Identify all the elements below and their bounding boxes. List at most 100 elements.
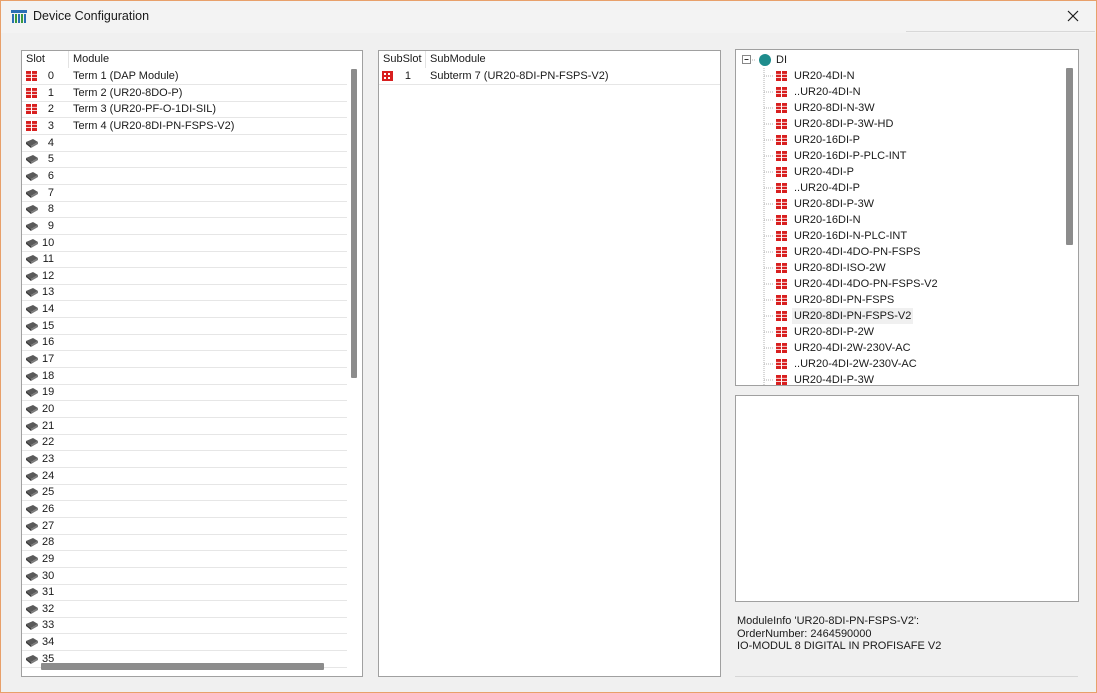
red-module-icon — [776, 71, 787, 81]
slot-row[interactable]: 0 Term 1 (DAP Module) — [22, 68, 347, 85]
slot-row[interactable]: 27 — [22, 518, 347, 535]
tree-connector — [764, 363, 774, 365]
red-module-icon — [776, 103, 787, 113]
slots-horizontal-scrollbar[interactable] — [41, 663, 324, 670]
slot-row[interactable]: 10 — [22, 235, 347, 252]
slots-vertical-scrollbar[interactable] — [351, 69, 357, 378]
red-module-icon — [776, 231, 787, 241]
empty-slot-icon — [26, 221, 38, 231]
red-module-icon — [776, 87, 787, 97]
slot-row[interactable]: 32 — [22, 601, 347, 618]
slot-row[interactable]: 2 Term 3 (UR20-PF-O-1DI-SIL) — [22, 101, 347, 119]
close-button[interactable] — [1050, 1, 1096, 31]
slot-row[interactable]: 15 — [22, 318, 347, 335]
tree-connector — [764, 91, 774, 93]
tree-connector — [764, 123, 774, 125]
slot-row[interactable]: 19 — [22, 384, 347, 402]
window-title: Device Configuration — [33, 9, 150, 23]
red-module-icon — [776, 135, 787, 145]
title-bar[interactable]: Device Configuration — [1, 1, 1096, 33]
slot-number: 6 — [47, 169, 54, 182]
empty-slot-icon — [26, 338, 38, 348]
close-icon — [1067, 10, 1079, 22]
empty-slot-icon — [26, 621, 38, 631]
catalog-item-label: ..UR20-4DI-2W-230V-AC — [794, 358, 917, 370]
tree-vertical-scrollbar[interactable] — [1066, 68, 1073, 245]
slot-row[interactable]: 13 — [22, 284, 347, 302]
slot-row[interactable]: 31 — [22, 584, 347, 602]
slot-row[interactable]: 33 — [22, 617, 347, 635]
slot-number: 15 — [42, 319, 55, 332]
empty-slot-icon — [26, 271, 38, 281]
slot-row[interactable]: 5 — [22, 151, 347, 169]
tree-connector — [764, 283, 774, 285]
catalog-item-label: UR20-8DI-PN-FSPS — [794, 294, 895, 306]
slot-number: 9 — [47, 219, 54, 232]
tree-connector — [764, 315, 774, 317]
slot-row[interactable]: 25 — [22, 484, 347, 502]
slot-row[interactable]: 8 — [22, 201, 347, 219]
empty-slot-icon — [26, 371, 38, 381]
column-header-slot[interactable]: Slot — [22, 51, 69, 68]
slot-row[interactable]: 3 Term 4 (UR20-8DI-PN-FSPS-V2) — [22, 118, 347, 135]
column-header-module[interactable]: Module — [69, 51, 349, 68]
slot-number: 27 — [42, 519, 55, 532]
tree-connector — [764, 155, 774, 157]
slot-row[interactable]: 29 — [22, 551, 347, 568]
catalog-item-label: UR20-4DI-P-3W — [794, 374, 875, 386]
red-module-icon — [776, 247, 787, 257]
tree-root-icon — [759, 54, 771, 66]
slot-row[interactable]: 24 — [22, 468, 347, 485]
empty-slot-icon — [26, 238, 38, 248]
tree-connector — [764, 379, 774, 381]
catalog-item-label: UR20-4DI-P — [794, 166, 854, 178]
module-catalog-tree[interactable]: DI UR20-4DI-N ..UR20-4DI-N UR20-8DI-N-3W UR… — [735, 49, 1079, 386]
slot-number: 29 — [42, 552, 55, 565]
slot-row[interactable]: 6 — [22, 168, 347, 185]
slot-number: 11 — [42, 253, 54, 266]
empty-slot-icon — [26, 554, 38, 564]
slot-number: 20 — [42, 403, 55, 415]
empty-slot-icon — [26, 171, 38, 181]
slot-row[interactable]: 14 — [22, 301, 347, 319]
collapse-toggle-icon[interactable] — [742, 55, 752, 65]
slots-list[interactable]: Slot Module 0 Term 1 (DAP Module) 1 Term 2 … — [21, 50, 363, 677]
catalog-item-label: UR20-16DI-P-PLC-INT — [794, 150, 907, 162]
red-module-icon — [26, 71, 37, 81]
subslot-row[interactable]: 1 Subterm 7 (UR20-8DI-PN-FSPS-V2) — [379, 68, 720, 85]
slot-row[interactable]: 23 — [22, 451, 347, 468]
column-header-submodule[interactable]: SubModule — [426, 51, 716, 68]
slot-number: 4 — [47, 136, 54, 149]
column-header-subslot[interactable]: SubSlot — [379, 51, 426, 68]
catalog-item-label: UR20-8DI-P-2W — [794, 326, 875, 338]
slot-row[interactable]: 16 — [22, 334, 347, 352]
slot-row[interactable]: 9 — [22, 218, 347, 235]
slot-module-name: Term 1 (DAP Module) — [73, 70, 179, 82]
slot-row[interactable]: 20 — [22, 401, 347, 418]
empty-slot-icon — [26, 155, 38, 165]
tree-connector — [764, 107, 774, 109]
tree-connector — [764, 187, 774, 189]
tree-root-label[interactable]: DI — [776, 52, 787, 68]
subslots-list[interactable]: SubSlot SubModule 1 Subterm 7 (UR20-8DI-P… — [378, 50, 721, 677]
slot-row[interactable]: 30 — [22, 568, 347, 585]
slot-row[interactable]: 1 Term 2 (UR20-8DO-P) — [22, 85, 347, 102]
tree-connector — [764, 331, 774, 333]
slot-row[interactable]: 11 — [22, 251, 347, 269]
red-module-icon — [776, 359, 787, 369]
slot-row[interactable]: 28 — [22, 534, 347, 552]
slot-row[interactable]: 4 — [22, 135, 347, 152]
slot-row[interactable]: 12 — [22, 268, 347, 285]
slot-row[interactable]: 17 — [22, 351, 347, 369]
slot-module-name: Term 4 (UR20-8DI-PN-FSPS-V2) — [73, 119, 235, 132]
slot-row[interactable]: 22 — [22, 434, 347, 452]
slot-row[interactable]: 18 — [22, 368, 347, 385]
app-icon — [11, 10, 27, 23]
slot-row[interactable]: 34 — [22, 634, 347, 652]
slot-number: 25 — [42, 486, 55, 499]
slot-number: 10 — [42, 236, 55, 249]
empty-slot-icon — [26, 488, 38, 498]
slot-row[interactable]: 7 — [22, 185, 347, 202]
slot-row[interactable]: 21 — [22, 418, 347, 435]
slot-row[interactable]: 26 — [22, 501, 347, 518]
